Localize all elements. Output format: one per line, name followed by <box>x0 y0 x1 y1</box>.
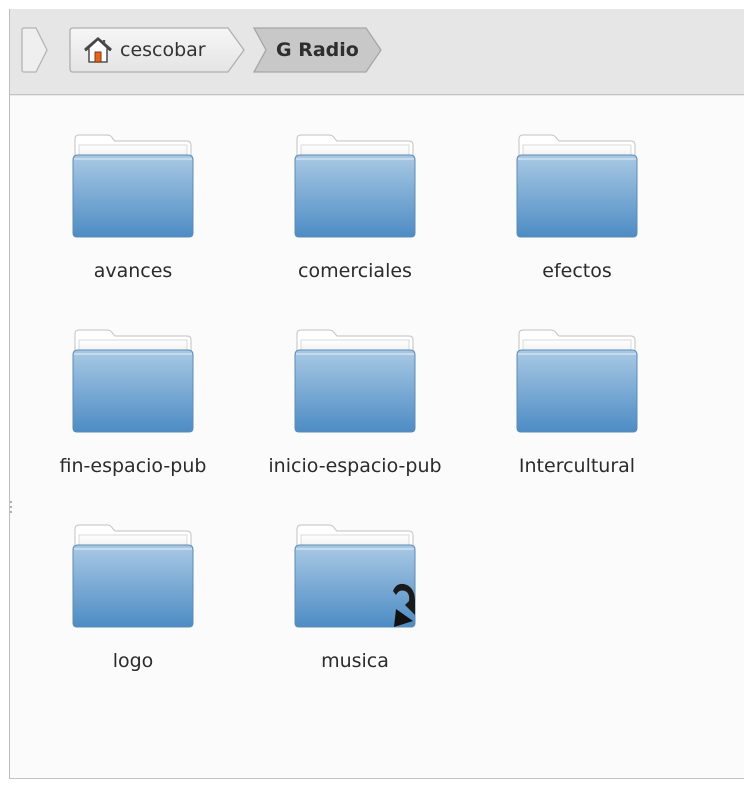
folder-icon <box>294 524 416 628</box>
breadcrumb-home[interactable]: cescobar <box>68 26 248 74</box>
folder-item-logo[interactable]: logo <box>28 523 238 693</box>
breadcrumb-home-label: cescobar <box>120 39 206 61</box>
folder-item-inicio-espacio-pub[interactable]: inicio-espacio-pub <box>250 328 460 498</box>
path-bar-scroll-left-button[interactable] <box>20 26 50 74</box>
folder-icon <box>294 329 416 433</box>
pane-resize-grip[interactable] <box>10 499 13 517</box>
folder-item-intercultural[interactable]: Intercultural <box>472 328 682 498</box>
folder-label: comerciales <box>298 260 412 282</box>
folder-item-efectos[interactable]: efectos <box>472 133 682 303</box>
folder-item-comerciales[interactable]: comerciales <box>250 133 460 303</box>
folder-item-avances[interactable]: avances <box>28 133 238 303</box>
path-bar: cescobar G Radio <box>10 9 744 95</box>
home-icon <box>84 37 112 63</box>
folder-icon <box>294 134 416 238</box>
folder-label: inicio-espacio-pub <box>268 455 442 477</box>
folder-label: musica <box>321 650 389 672</box>
folder-label: fin-espacio-pub <box>59 455 207 477</box>
folder-label: Intercultural <box>518 455 636 477</box>
folder-icon <box>516 134 638 238</box>
folder-icon <box>72 524 194 628</box>
breadcrumb-current-label: G Radio <box>276 39 359 61</box>
folder-view[interactable]: avances comerciales efectos fin-espacio-… <box>10 96 744 779</box>
file-manager-window: cescobar G Radio avances comerciales efe… <box>9 9 744 779</box>
breadcrumb-current[interactable]: G Radio <box>252 26 384 74</box>
folder-label: avances <box>93 260 173 282</box>
folder-item-fin-espacio-pub[interactable]: fin-espacio-pub <box>28 328 238 498</box>
folder-item-musica[interactable]: musica <box>250 523 460 693</box>
folder-label: efectos <box>542 260 612 282</box>
folder-icon <box>72 329 194 433</box>
folder-icon <box>516 329 638 433</box>
folder-label: logo <box>112 650 154 672</box>
folder-icon <box>72 134 194 238</box>
